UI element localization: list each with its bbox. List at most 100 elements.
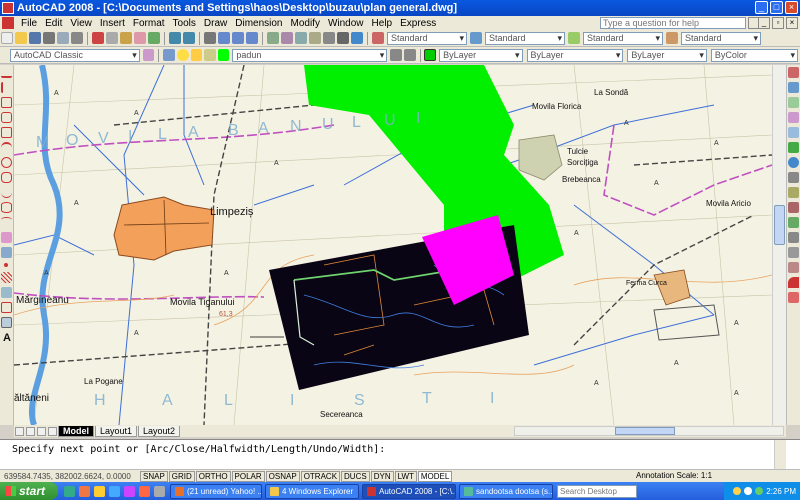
table-style-icon[interactable] bbox=[568, 32, 580, 44]
tab-layout2[interactable]: Layout2 bbox=[138, 425, 181, 437]
break-icon[interactable] bbox=[788, 232, 799, 243]
sheet-set-icon[interactable] bbox=[309, 32, 321, 44]
quicklaunch-icon[interactable] bbox=[124, 485, 135, 497]
rotate-icon[interactable] bbox=[788, 157, 799, 168]
extend-icon[interactable] bbox=[788, 217, 799, 228]
insert-block-icon[interactable] bbox=[1, 232, 12, 243]
task-explorer[interactable]: 4 Windows Explorer bbox=[265, 483, 359, 499]
undo-icon[interactable] bbox=[169, 32, 181, 44]
plotstyle-select[interactable]: ByColor bbox=[710, 48, 799, 62]
copy-object-icon[interactable] bbox=[788, 82, 799, 93]
hatch-icon[interactable] bbox=[1, 272, 12, 283]
command-scrollbar[interactable] bbox=[774, 440, 786, 469]
match-properties-icon[interactable] bbox=[134, 32, 146, 44]
vertical-scroll-thumb[interactable] bbox=[774, 205, 785, 245]
maximize-button[interactable]: □ bbox=[770, 1, 783, 14]
tab-last-button[interactable] bbox=[48, 426, 57, 436]
menu-modify[interactable]: Modify bbox=[287, 18, 324, 29]
zoom-previous-icon[interactable] bbox=[246, 32, 258, 44]
publish-icon[interactable] bbox=[71, 32, 83, 44]
quicklaunch-icon[interactable] bbox=[94, 485, 105, 497]
close-button[interactable]: × bbox=[785, 1, 798, 14]
make-current-icon[interactable] bbox=[390, 49, 402, 61]
design-center-icon[interactable] bbox=[281, 32, 293, 44]
layer-color-icon[interactable] bbox=[217, 49, 230, 61]
desktop-search-input[interactable]: Search Desktop bbox=[557, 484, 637, 498]
vertical-scrollbar[interactable] bbox=[772, 65, 786, 425]
cut-icon[interactable] bbox=[92, 32, 104, 44]
revision-cloud-icon[interactable] bbox=[1, 172, 12, 183]
document-icon[interactable] bbox=[2, 17, 14, 29]
tab-prev-button[interactable] bbox=[26, 426, 35, 436]
lineweight-select[interactable]: ByLayer bbox=[627, 48, 707, 62]
construction-line-icon[interactable] bbox=[1, 82, 12, 93]
tray-icon[interactable] bbox=[744, 487, 753, 495]
menu-edit[interactable]: Edit bbox=[41, 18, 66, 29]
erase-icon[interactable] bbox=[788, 67, 799, 78]
polyline-icon[interactable] bbox=[1, 97, 12, 108]
block-editor-icon[interactable] bbox=[148, 32, 160, 44]
layer-on-icon[interactable] bbox=[176, 49, 189, 61]
offset-icon[interactable] bbox=[788, 112, 799, 123]
make-block-icon[interactable] bbox=[1, 247, 12, 258]
layer-lock-icon[interactable] bbox=[204, 49, 216, 61]
polar-toggle[interactable]: POLAR bbox=[231, 470, 265, 482]
minimize-button[interactable]: _ bbox=[755, 1, 768, 14]
lwt-toggle[interactable]: LWT bbox=[394, 470, 417, 482]
text-style-select[interactable]: Standard bbox=[387, 31, 467, 45]
ellipse-arc-icon[interactable] bbox=[1, 217, 12, 228]
tab-next-button[interactable] bbox=[37, 426, 46, 436]
copy-icon[interactable] bbox=[106, 32, 118, 44]
explode-icon[interactable] bbox=[788, 292, 799, 303]
move-icon[interactable] bbox=[788, 142, 799, 153]
layer-select[interactable]: padun bbox=[232, 48, 388, 62]
otrack-toggle[interactable]: OTRACK bbox=[300, 470, 341, 482]
markup-icon[interactable] bbox=[323, 32, 335, 44]
horizontal-scroll-thumb[interactable] bbox=[615, 427, 675, 435]
fillet-icon[interactable] bbox=[788, 277, 799, 288]
menu-tools[interactable]: Tools bbox=[169, 18, 200, 29]
layer-manager-icon[interactable] bbox=[163, 49, 175, 61]
scale-icon[interactable] bbox=[788, 172, 799, 183]
mleader-style-select[interactable]: Standard bbox=[681, 31, 761, 45]
task-chat[interactable]: sandootsa dootsa (s... bbox=[459, 483, 553, 499]
dim-style-select[interactable]: Standard bbox=[485, 31, 565, 45]
multiline-text-icon[interactable]: A bbox=[1, 332, 13, 344]
line-icon[interactable] bbox=[1, 67, 12, 78]
pan-icon[interactable] bbox=[204, 32, 216, 44]
dim-style-icon[interactable] bbox=[470, 32, 482, 44]
quicklaunch-icon[interactable] bbox=[79, 485, 90, 497]
doc-minimize-button[interactable]: _ bbox=[758, 17, 770, 29]
quicklaunch-icon[interactable] bbox=[64, 485, 75, 497]
join-icon[interactable] bbox=[788, 247, 799, 258]
tray-icon[interactable] bbox=[755, 487, 764, 495]
menu-view[interactable]: View bbox=[66, 18, 96, 29]
calculator-icon[interactable] bbox=[337, 32, 349, 44]
clock[interactable]: 2:26 PM bbox=[766, 487, 796, 496]
stretch-icon[interactable] bbox=[788, 187, 799, 198]
color-select[interactable]: ByLayer bbox=[439, 48, 523, 62]
ellipse-icon[interactable] bbox=[1, 202, 12, 213]
layer-previous-icon[interactable] bbox=[403, 49, 416, 61]
task-yahoo[interactable]: (21 unread) Yahoo! ... bbox=[170, 483, 262, 499]
text-style-icon[interactable] bbox=[372, 32, 384, 44]
zoom-window-icon[interactable] bbox=[232, 32, 244, 44]
gradient-icon[interactable] bbox=[1, 287, 12, 298]
snap-toggle[interactable]: SNAP bbox=[140, 470, 168, 482]
command-line[interactable]: Specify next point or [Arc/Close/Halfwid… bbox=[0, 439, 800, 469]
help-icon[interactable] bbox=[351, 32, 363, 44]
horizontal-scrollbar[interactable] bbox=[514, 426, 784, 436]
doc-restore-button[interactable]: ▫ bbox=[772, 17, 784, 29]
ortho-toggle[interactable]: ORTHO bbox=[195, 470, 231, 482]
quicklaunch-icon[interactable] bbox=[154, 485, 165, 497]
properties-icon[interactable] bbox=[267, 32, 279, 44]
tab-first-button[interactable] bbox=[15, 426, 24, 436]
autocad-app-icon[interactable] bbox=[2, 2, 14, 14]
tab-model[interactable]: Model bbox=[58, 425, 94, 437]
rectangle-icon[interactable] bbox=[1, 127, 12, 138]
grid-toggle[interactable]: GRID bbox=[168, 470, 195, 482]
doc-close-button[interactable]: × bbox=[786, 17, 798, 29]
menu-express[interactable]: Express bbox=[396, 18, 440, 29]
new-icon[interactable] bbox=[1, 32, 13, 44]
save-icon[interactable] bbox=[29, 32, 41, 44]
